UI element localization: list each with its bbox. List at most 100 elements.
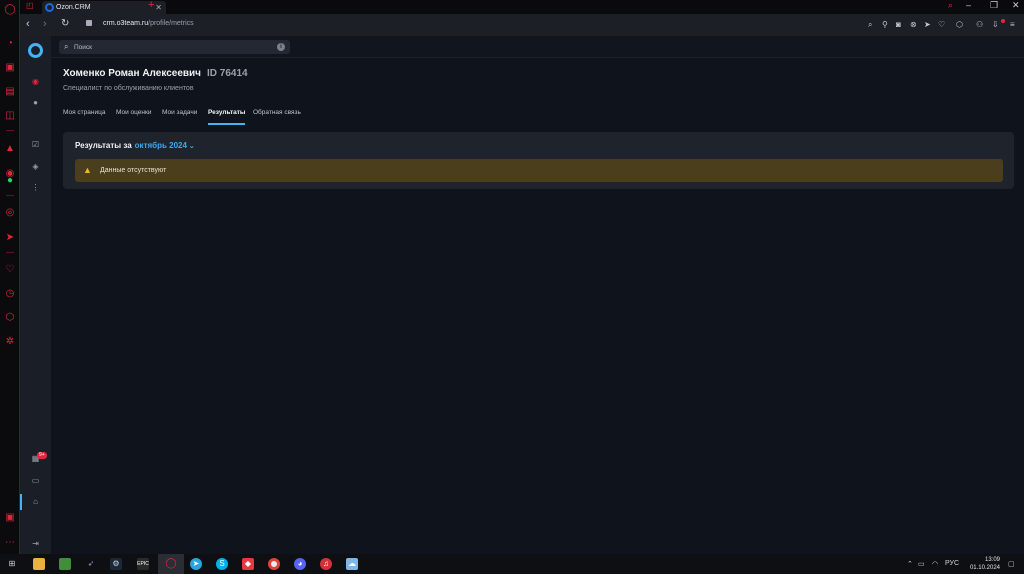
- new-tab-button[interactable]: +: [148, 0, 154, 11]
- url-field[interactable]: crm.o3team.ru/profile/metrics: [103, 20, 194, 27]
- tab-results[interactable]: Результаты: [208, 109, 246, 125]
- whatsapp-icon[interactable]: ●: [4, 175, 16, 187]
- tab-feedback[interactable]: Обратная связь: [253, 109, 301, 123]
- history-icon[interactable]: ◷: [4, 288, 16, 300]
- opera-sidebar: ◯ ◔ ▣ ▤ ◫ ▲ ◉ ● ◎ ➤ ♡ ◷ ⬡ ✲ ▣ ⋯: [0, 0, 20, 554]
- empty-data-alert: ▲ Данные отсутствуют: [75, 159, 1003, 182]
- aria-icon[interactable]: ▲: [4, 143, 16, 155]
- results-title: Результаты за: [75, 141, 132, 150]
- tab-bar: ◰ Ozon.CRM ✕ + ⌕ – ❐ ✕: [20, 0, 1024, 14]
- menu-icon[interactable]: ≡: [1010, 20, 1015, 29]
- epic-games-icon[interactable]: EPIC: [137, 558, 149, 570]
- player-icon[interactable]: ◎: [4, 207, 16, 219]
- download-icon[interactable]: ⇩: [992, 20, 999, 29]
- app-topbar: ⌕ i: [51, 36, 1024, 58]
- notifications-icon[interactable]: ▢: [1008, 560, 1015, 568]
- home-icon[interactable]: ⌂: [31, 497, 40, 506]
- warning-icon: ▲: [83, 165, 92, 175]
- language-indicator[interactable]: РУС: [945, 560, 959, 567]
- profile-page: Хоменко Роман Алексеевич ID 76414 Специал…: [51, 58, 1024, 554]
- forward-icon[interactable]: ›: [43, 18, 47, 30]
- windows-start-icon[interactable]: ⊞: [6, 558, 18, 570]
- cloud-app-icon[interactable]: ☁: [346, 558, 358, 570]
- extensions-icon[interactable]: ⬡: [956, 20, 963, 29]
- tab-my-ratings[interactable]: Мои оценки: [116, 109, 151, 123]
- rocket-icon[interactable]: ◈: [31, 162, 40, 171]
- opera-logo-icon[interactable]: ◯: [4, 4, 16, 16]
- music-app-icon[interactable]: ♫: [320, 558, 332, 570]
- steam-icon[interactable]: ⚙: [110, 558, 122, 570]
- cube-icon[interactable]: ⬡: [4, 312, 16, 324]
- lock-icon[interactable]: [86, 20, 92, 26]
- taskbar: ⊞ ➶ ⚙ EPIC ◯ ➤ S ◆ ◕ ♫ ☁ ⌃ ▭ ◠ РУС 13:09…: [0, 554, 1024, 574]
- clock-date: 01.10.2024: [969, 565, 1000, 571]
- results-card: Результаты за октябрь 2024 ⌄ ▲ Данные отсу…: [63, 132, 1014, 189]
- results-header: Результаты за октябрь 2024 ⌄: [75, 141, 195, 150]
- shopping-icon[interactable]: ▣: [4, 62, 16, 74]
- sidebar-divider: [6, 130, 14, 131]
- close-window-icon[interactable]: ✕: [1012, 0, 1020, 11]
- close-tab-icon[interactable]: ✕: [155, 1, 162, 14]
- anydesk-icon[interactable]: ◆: [242, 558, 254, 570]
- back-icon[interactable]: ‹: [26, 18, 30, 30]
- camera-icon[interactable]: ◙: [896, 20, 901, 29]
- record-icon[interactable]: ◉: [31, 77, 40, 86]
- profile-icon[interactable]: ⚇: [976, 20, 983, 29]
- reload-icon[interactable]: ↻: [61, 18, 69, 29]
- more-icon[interactable]: ⋯: [4, 537, 16, 549]
- info-icon[interactable]: i: [277, 43, 285, 51]
- profile-header: Хоменко Роман Алексеевич ID 76414: [63, 68, 248, 79]
- profile-role: Специалист по обслуживанию клиентов: [63, 85, 194, 92]
- checkbox-icon[interactable]: ☑: [31, 140, 40, 149]
- sidebar-divider: [6, 195, 14, 196]
- system-clock[interactable]: 13:09 01.10.2024: [960, 556, 1000, 572]
- feather-icon[interactable]: ➶: [85, 558, 97, 570]
- heart-icon[interactable]: ♡: [4, 264, 16, 276]
- chat-icon[interactable]: ▭: [31, 476, 40, 485]
- period-selector[interactable]: октябрь 2024: [135, 141, 187, 150]
- gx-icon[interactable]: ◰: [26, 1, 34, 10]
- tab-title: Ozon.CRM: [56, 4, 91, 11]
- tab-my-page[interactable]: Моя страница: [63, 109, 105, 123]
- notification-dot: [1001, 19, 1005, 23]
- discord-icon[interactable]: ◕: [294, 558, 306, 570]
- more-vertical-icon[interactable]: ⋮: [31, 183, 40, 192]
- profile-id: ID 76414: [206, 68, 248, 79]
- minecraft-icon[interactable]: [59, 558, 71, 570]
- settings-icon[interactable]: ✲: [4, 336, 16, 348]
- empty-message: Данные отсутствуют: [100, 167, 167, 174]
- minimize-icon[interactable]: –: [966, 0, 971, 10]
- speed-dial-icon[interactable]: ◔: [4, 38, 16, 50]
- send-page-icon[interactable]: ➤: [924, 20, 931, 29]
- chevron-down-icon[interactable]: ⌄: [189, 143, 195, 150]
- notification-badge: 9+: [37, 452, 47, 459]
- search-icon: ⌕: [64, 42, 69, 51]
- search-input[interactable]: [74, 41, 264, 53]
- network-icon[interactable]: ▭: [918, 560, 925, 568]
- app-logo-icon[interactable]: [28, 43, 43, 58]
- instagram-icon[interactable]: ◫: [4, 110, 16, 122]
- translate-icon[interactable]: ⚲: [882, 20, 888, 29]
- wifi-icon[interactable]: ◠: [932, 560, 938, 568]
- tab-my-tasks[interactable]: Мои задачи: [162, 109, 197, 123]
- search-box[interactable]: ⌕ i: [59, 40, 290, 54]
- opera-gx-icon[interactable]: ◯: [165, 558, 177, 570]
- file-explorer-icon[interactable]: [33, 558, 45, 570]
- play-circle-icon[interactable]: ●: [31, 98, 40, 107]
- app-sidebar: ◉ ● ☑ ◈ ⋮ ▦ 9+ ▭ ⌂ ⇥: [20, 36, 51, 554]
- vpn-icon[interactable]: ⊗: [910, 20, 917, 29]
- profile-name: Хоменко Роман Алексеевич: [63, 68, 201, 79]
- twitch-icon[interactable]: ▤: [4, 86, 16, 98]
- skype-icon[interactable]: S: [216, 558, 228, 570]
- search-page-icon[interactable]: ⌕: [868, 20, 872, 30]
- logout-icon[interactable]: ⇥: [31, 539, 40, 548]
- maximize-icon[interactable]: ❐: [990, 0, 998, 11]
- url-path: /profile/metrics: [148, 20, 194, 27]
- tray-chevron-icon[interactable]: ⌃: [907, 560, 913, 568]
- search-tabs-icon[interactable]: ⌕: [948, 0, 953, 11]
- chrome-icon[interactable]: [268, 558, 280, 570]
- gx-corner-icon[interactable]: ▣: [4, 512, 16, 524]
- heart-icon[interactable]: ♡: [938, 20, 945, 29]
- telegram-icon[interactable]: ➤: [190, 558, 202, 570]
- send-icon[interactable]: ➤: [4, 232, 16, 244]
